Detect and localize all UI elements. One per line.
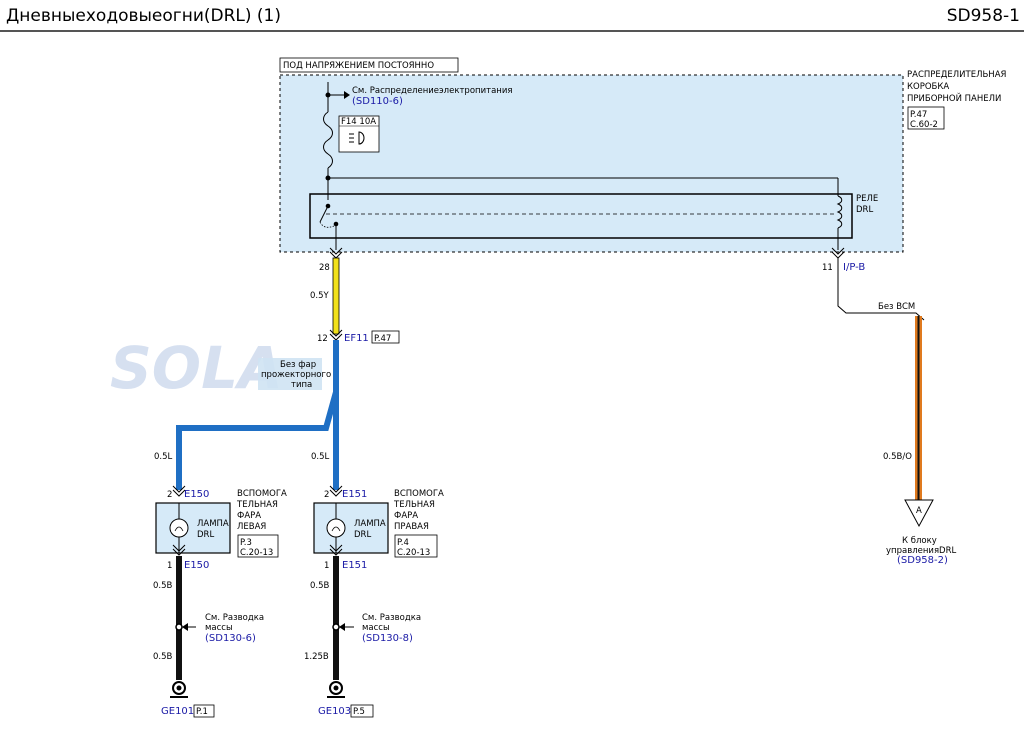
fuse-label: F14 10A [341,117,376,127]
ground-splice-right [332,623,340,631]
wire-label-1-25b-right: 1.25B [304,652,329,662]
offpage-letter: A [916,506,922,516]
junction-box-title-3: ПРИБОРНОЙ ПАНЕЛИ [907,92,1001,104]
ground-ref-right-link[interactable]: (SD130-8) [362,633,413,644]
lamp-right-title-1: ВСПОМОГА [394,489,444,499]
lamp-right-title-4: ПРАВАЯ [394,522,429,532]
lamp-left-inner-1: ЛАМПА [197,519,229,529]
hot-label: ПОД НАПРЯЖЕНИЕМ ПОСТОЯННО [283,61,434,71]
page-code: SD958-1 [946,6,1020,26]
ground-ref-right-1: См. Разводка [362,613,421,623]
lamp-left-title-2: ТЕЛЬНАЯ [236,500,278,510]
wire-label-0-5b-right-1: 0.5B [310,581,330,591]
relay-label-2: DRL [856,205,873,215]
ground-splice-left [175,623,183,631]
ground-ref-left-link[interactable]: (SD130-6) [205,633,256,644]
wire-black-right [333,556,339,680]
pin-2-right: 2 [324,490,329,500]
lamp-right-ref2: C.20-13 [397,548,430,558]
wire-blue-trunk [333,340,339,490]
offpage-text-1: К блоку [902,536,937,546]
offpage-link[interactable]: (SD958-2) [897,555,948,566]
connector-ip-b: I/P-B [843,262,865,273]
wire-label-0-5b-left-2: 0.5B [153,652,173,662]
pin-2-left: 2 [167,490,172,500]
watermark: SOLA [110,334,283,402]
pin-11: 11 [822,263,833,273]
wire-blue-branch [176,391,339,490]
lamp-right-title-3: ФАРА [394,511,418,521]
ground-left-ref: P.1 [196,707,208,717]
lamp-right-title-2: ТЕЛЬНАЯ [393,500,435,510]
relay-label-1: РЕЛЕ [856,194,878,204]
lamp-left-conn-bottom: E150 [184,560,209,571]
wire-label-0-5b-left-1: 0.5B [153,581,173,591]
no-fog-note-1: Без фар [280,360,316,370]
junction-box-title-2: КОРОБКА [907,82,949,92]
lamp-right-conn-top: E151 [342,489,367,500]
lamp-left-inner-2: DRL [197,530,214,540]
ground-ref-left-1: См. Разводка [205,613,264,623]
wire-label-0-5l-right: 0.5L [311,452,330,462]
lamp-left-title-1: ВСПОМОГА [237,489,287,499]
lamp-left-conn-top: E150 [184,489,209,500]
ground-ref-left-2: массы [205,623,233,633]
wire-yellow [332,257,340,335]
lamp-left-ref2: C.20-13 [240,548,273,558]
wire-black-left [176,556,182,680]
lamp-left-ref1: P.3 [240,538,252,548]
wire-orange-stripe [917,316,920,502]
junction-box-ref2: C.60-2 [910,120,938,130]
page-header: Дневныеходовыеогни(DRL) (1) SD958-1 [0,0,1024,32]
ground-left-point: GE101 [161,706,194,717]
lamp-left-bulb-icon [169,518,189,538]
wire-label-0-5l-left: 0.5L [154,452,173,462]
ground-ref-right-arrow-icon [339,623,345,631]
pin-28: 28 [319,263,330,273]
wiring-diagram: SOLA ПОД НАПРЯЖЕНИЕМ ПОСТОЯННО РАСПРЕДЕЛ… [110,57,1007,718]
lamp-right-inner-1: ЛАМПА [354,519,386,529]
page-title: Дневныеходовыеогни(DRL) (1) [6,6,282,26]
lamp-left-title-3: ФАРА [237,511,261,521]
ground-right-icon-dot [333,685,339,691]
pin-1-left: 1 [167,561,172,571]
power-ref-text: См. Распределениеэлектропитания [352,86,512,96]
no-fog-note-3: типа [291,380,312,390]
ground-right-point: GE103 [318,706,351,717]
lamp-right-bulb-icon [326,518,346,538]
lamp-right-inner-2: DRL [354,530,371,540]
junction-box-ref1: P.47 [910,110,927,120]
ground-ref-left-arrow-icon [182,623,188,631]
no-fog-note-2: прожекторного [261,370,331,380]
ground-ref-right-2: массы [362,623,390,633]
lamp-right-ref1: P.4 [397,538,409,548]
wire-label-0-5y: 0.5Y [310,291,330,301]
pin-12: 12 [317,334,328,344]
no-bcm-label: Без BCM [878,302,915,312]
lamp-right-conn-bottom: E151 [342,560,367,571]
pin-1-right: 1 [324,561,329,571]
wire-label-0-5b-o: 0.5B/O [883,452,912,462]
ground-right-ref: P.5 [353,707,365,717]
power-ref-link[interactable]: (SD110-6) [352,96,403,107]
junction-box-title-1: РАСПРЕДЕЛИТЕЛЬНАЯ [907,70,1007,80]
ef11-ref: P.47 [374,334,391,344]
ef11-label: EF11 [344,333,369,344]
ground-left-icon-dot [176,685,182,691]
lamp-left-title-4: ЛЕВАЯ [237,522,266,532]
